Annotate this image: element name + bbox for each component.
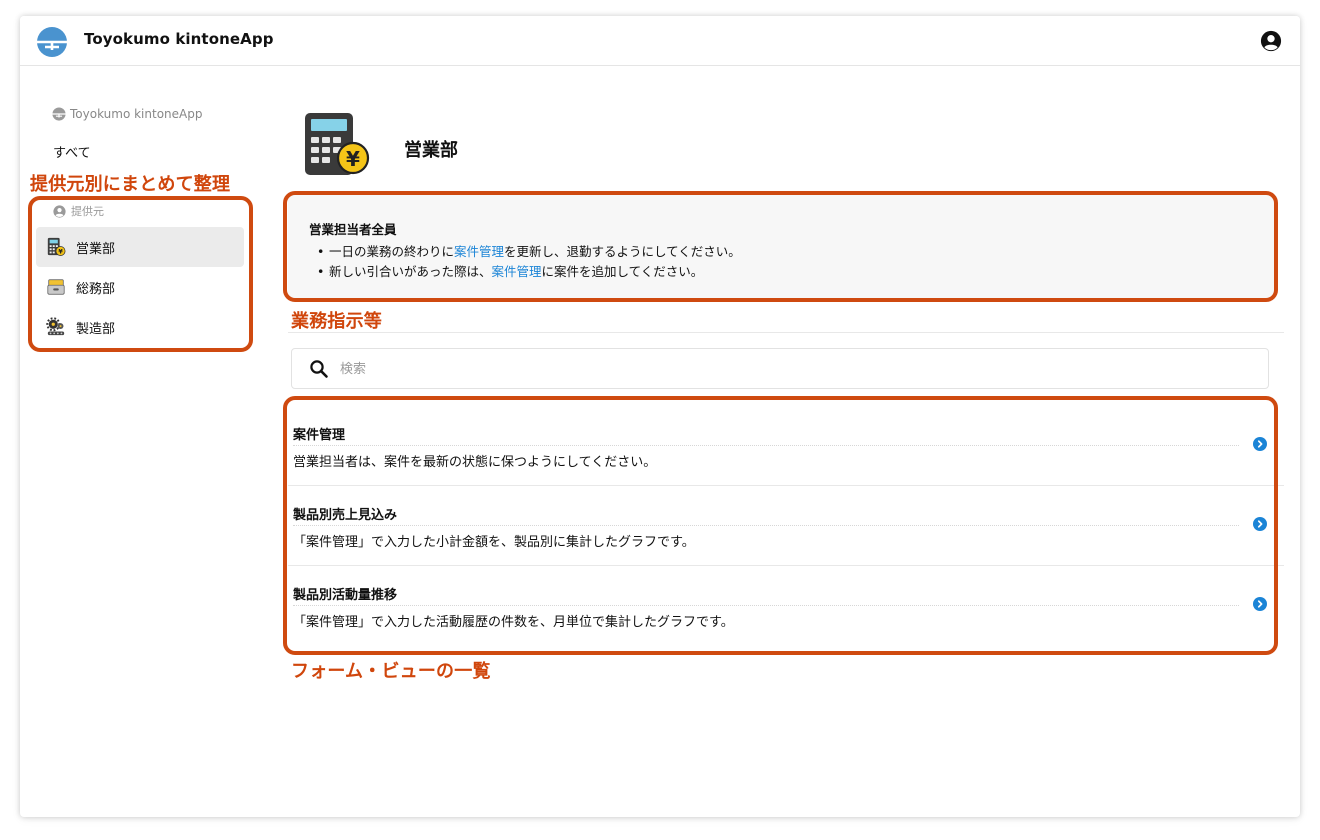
list-item[interactable]: 案件管理 営業担当者は、案件を最新の状態に保つようにしてください。: [288, 406, 1284, 486]
sidebar-item-manufacturing[interactable]: 製造部: [36, 307, 244, 347]
dotted-divider: [293, 605, 1239, 606]
toyokumo-logo-icon: [37, 27, 67, 57]
chevron-right-icon[interactable]: [1253, 597, 1267, 611]
account-circle-icon[interactable]: [1260, 30, 1282, 52]
gears-icon: [46, 317, 65, 336]
sidebar-section-provider: 提供元: [53, 203, 104, 219]
list-item-description: 営業担当者は、案件を最新の状態に保つようにしてください。: [293, 455, 657, 470]
sidebar-brand: Toyokumo kintoneApp: [52, 106, 202, 122]
notice-link-case-management[interactable]: 案件管理: [454, 244, 504, 259]
notice-text: 新しい引合いがあった際は、: [329, 264, 492, 279]
calculator-icon: ¥: [47, 237, 66, 256]
sidebar-item-all[interactable]: すべて: [53, 142, 91, 161]
sidebar-item-sales[interactable]: ¥ 営業部: [36, 227, 244, 267]
notice-link-case-management[interactable]: 案件管理: [492, 264, 542, 279]
list-item-title: 製品別活動量推移: [293, 588, 398, 603]
search-icon: [310, 360, 328, 378]
app-title: Toyokumo kintoneApp: [84, 30, 274, 48]
svg-text:¥: ¥: [58, 249, 63, 256]
annotation-sidebar-label: 提供元別にまとめて整理: [30, 174, 231, 195]
notice-line: 新しい引合いがあった際は、案件管理に案件を追加してください。: [309, 262, 1253, 282]
notice-panel: 営業担当者全員 一日の業務の終わりに案件管理を更新し、退勤するようにしてください…: [288, 194, 1274, 300]
list-item-title: 案件管理: [293, 428, 346, 443]
search-box[interactable]: [291, 348, 1269, 389]
annotation-notice-label: 業務指示等: [291, 311, 382, 332]
notice-text: 一日の業務の終わりに: [329, 244, 455, 259]
svg-text:¥: ¥: [346, 147, 360, 171]
list-item-description: 「案件管理」で入力した小計金額を、製品別に集計したグラフです。: [293, 535, 695, 550]
annotation-list-label: フォーム・ビューの一覧: [291, 661, 491, 682]
notice-text: に案件を追加してください。: [541, 264, 704, 279]
drawer-icon: [47, 279, 65, 295]
sidebar-brand-label: Toyokumo kintoneApp: [70, 107, 203, 121]
toyokumo-logo-icon: [52, 107, 66, 121]
sidebar-item-label: 営業部: [76, 241, 116, 257]
notice-text: を更新し、退勤するようにしてください。: [504, 244, 741, 259]
list-item[interactable]: 製品別売上見込み 「案件管理」で入力した小計金額を、製品別に集計したグラフです。: [288, 486, 1284, 566]
notice-heading: 営業担当者全員: [309, 222, 397, 237]
list-item-description: 「案件管理」で入力した活動履歴の件数を、月単位で集計したグラフです。: [293, 615, 734, 630]
sidebar-item-general-affairs[interactable]: 総務部: [36, 267, 244, 307]
list-item-title: 製品別売上見込み: [293, 508, 398, 523]
calculator-icon: ¥: [305, 113, 370, 175]
sidebar-section-label: 提供元: [71, 205, 104, 218]
chevron-right-icon[interactable]: [1253, 437, 1267, 451]
dotted-divider: [293, 525, 1239, 526]
sidebar-item-label: 製造部: [76, 321, 116, 337]
page-title: 営業部: [404, 140, 458, 161]
notice-line: 一日の業務の終わりに案件管理を更新し、退勤するようにしてください。: [309, 242, 1253, 262]
person-circle-icon: [53, 204, 66, 218]
divider: [288, 332, 1284, 333]
form-view-list: 案件管理 営業担当者は、案件を最新の状態に保つようにしてください。 製品別売上見…: [288, 406, 1284, 646]
dotted-divider: [293, 445, 1239, 446]
sidebar-item-label: 総務部: [76, 281, 116, 297]
app-header: Toyokumo kintoneApp: [20, 16, 1300, 66]
list-item[interactable]: 製品別活動量推移 「案件管理」で入力した活動履歴の件数を、月単位で集計したグラフ…: [288, 566, 1284, 646]
chevron-right-icon[interactable]: [1253, 517, 1267, 531]
search-input[interactable]: [340, 357, 1240, 381]
app-window: Toyokumo kintoneApp Toyokumo kintoneApp …: [20, 16, 1300, 817]
